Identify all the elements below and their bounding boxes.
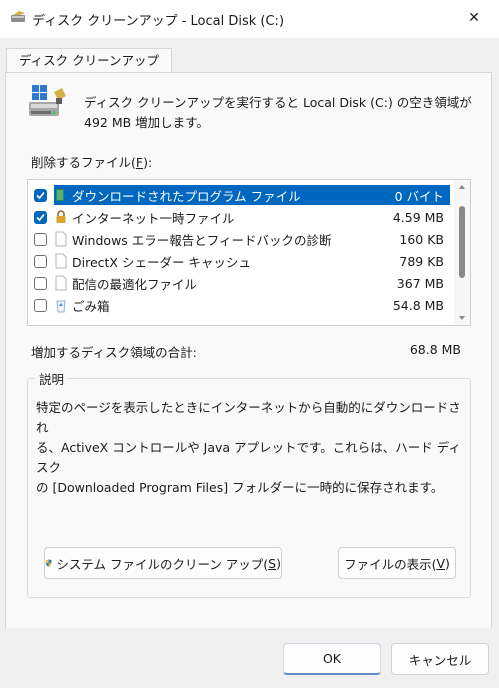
file-size: 160 KB <box>399 231 444 247</box>
file-name: インターネット一時ファイル <box>72 210 235 226</box>
view-files-mnemonic: V <box>436 555 446 571</box>
list-item-label: ダウンロードされたプログラム ファイル 0 バイト <box>54 185 450 205</box>
disk-cleanup-app-icon <box>11 11 25 22</box>
list-item-downloaded-program-files[interactable]: ダウンロードされたプログラム ファイル 0 バイト <box>30 184 450 206</box>
files-label-mnemonic: F <box>135 155 144 170</box>
title-bar: ディスク クリーンアップ - Local Disk (C:) ✕ <box>0 0 499 38</box>
file-size: 4.59 MB <box>392 209 444 225</box>
list-item-windows-error-reports[interactable]: Windows エラー報告とフィードバックの診断 160 KB <box>30 228 450 250</box>
file-icon <box>55 275 67 291</box>
checkmark-icon <box>36 191 45 199</box>
files-label-suffix: ): <box>143 155 153 170</box>
folder-icon <box>56 189 64 201</box>
checkbox-recycle-bin[interactable] <box>34 298 47 312</box>
checkmark-icon <box>36 213 45 221</box>
description-legend: 説明 <box>35 369 69 388</box>
list-item-label: Windows エラー報告とフィードバックの診断 160 KB <box>54 229 450 249</box>
total-space-label: 増加するディスク領域の合計: <box>31 345 197 360</box>
total-space-value: 68.8 MB <box>409 342 461 357</box>
file-name: ごみ箱 <box>72 298 110 314</box>
ok-button[interactable]: OK <box>283 643 381 675</box>
checkbox-directx-shader-cache[interactable] <box>34 254 47 268</box>
description-line-3: の [Downloaded Program Files] フォルダーに一時的に保… <box>36 480 444 495</box>
file-name: ダウンロードされたプログラム ファイル <box>72 188 301 204</box>
view-files-label-suffix: ) <box>445 555 450 571</box>
list-item-temporary-internet-files[interactable]: インターネット一時ファイル 4.59 MB <box>30 206 450 228</box>
files-to-delete-label: 削除するファイル(F): <box>31 152 152 171</box>
intro-text: ディスク クリーンアップを実行すると Local Disk (C:) の空き領域… <box>84 93 476 133</box>
recycle-bin-icon <box>56 300 66 313</box>
close-button[interactable]: ✕ <box>459 6 489 30</box>
window-title: ディスク クリーンアップ - Local Disk (C:) <box>32 14 285 29</box>
file-size: 0 バイト <box>394 188 444 204</box>
file-size: 54.8 MB <box>392 297 444 313</box>
file-size: 367 MB <box>396 275 444 291</box>
files-list[interactable]: ダウンロードされたプログラム ファイル 0 バイト インターネット一時ファイル … <box>27 179 471 326</box>
list-item-label: インターネット一時ファイル 4.59 MB <box>54 207 450 227</box>
list-item-label: DirectX シェーダー キャッシュ 789 KB <box>54 251 450 271</box>
cleanup-system-mnemonic: S <box>268 555 277 571</box>
view-files-label: ファイルの表示( <box>344 556 437 572</box>
lock-icon <box>56 210 66 223</box>
cancel-button[interactable]: キャンセル <box>391 643 489 675</box>
tab-strip: ディスク クリーンアップ <box>0 38 499 73</box>
tab-disk-cleanup[interactable]: ディスク クリーンアップ <box>6 48 172 73</box>
intro-line-1: ディスク クリーンアップを実行すると Local Disk (C:) の空き領域… <box>84 95 472 110</box>
scroll-up-icon[interactable] <box>458 183 466 191</box>
files-label-text: 削除するファイル( <box>31 155 136 170</box>
drive-icon <box>29 85 66 116</box>
file-name: DirectX シェーダー キャッシュ <box>72 254 251 270</box>
file-size: 789 KB <box>399 253 444 269</box>
description-text: 特定のページを表示したときにインターネットから自動的にダウンロードされ る、Ac… <box>36 398 464 498</box>
checkbox-windows-error-reports[interactable] <box>34 232 47 246</box>
shield-icon <box>45 559 52 567</box>
cleanup-system-files-button[interactable]: システム ファイルのクリーン アップ(S) <box>44 547 282 579</box>
list-item-label: 配信の最適化ファイル 367 MB <box>54 273 450 293</box>
description-line-1: 特定のページを表示したときにインターネットから自動的にダウンロードされ <box>36 400 461 435</box>
file-name: Windows エラー報告とフィードバックの診断 <box>72 232 332 248</box>
list-item-directx-shader-cache[interactable]: DirectX シェーダー キャッシュ 789 KB <box>30 250 450 272</box>
description-line-2: る、ActiveX コントロールや Java アプレットです。これらは、ハード … <box>36 440 461 475</box>
file-name: 配信の最適化ファイル <box>72 276 198 292</box>
cleanup-system-label-suffix: ) <box>276 555 281 571</box>
intro-line-2: 492 MB 増加します。 <box>84 115 209 130</box>
list-scrollbar[interactable] <box>454 180 470 325</box>
close-icon: ✕ <box>468 10 480 26</box>
file-icon <box>55 231 67 247</box>
list-item-recycle-bin[interactable]: ごみ箱 54.8 MB <box>30 294 450 316</box>
checkbox-downloaded-program-files[interactable] <box>34 188 47 202</box>
list-item-label: ごみ箱 54.8 MB <box>54 295 450 315</box>
scrollbar-thumb[interactable] <box>459 206 465 278</box>
view-files-button[interactable]: ファイルの表示(V) <box>338 547 456 579</box>
checkbox-delivery-optimization-files[interactable] <box>34 276 47 290</box>
list-item-delivery-optimization-files[interactable]: 配信の最適化ファイル 367 MB <box>30 272 450 294</box>
cleanup-system-label: システム ファイルのクリーン アップ( <box>56 556 269 572</box>
checkbox-temporary-internet-files[interactable] <box>34 210 47 224</box>
scroll-down-icon[interactable] <box>458 314 466 322</box>
file-icon <box>55 253 67 269</box>
